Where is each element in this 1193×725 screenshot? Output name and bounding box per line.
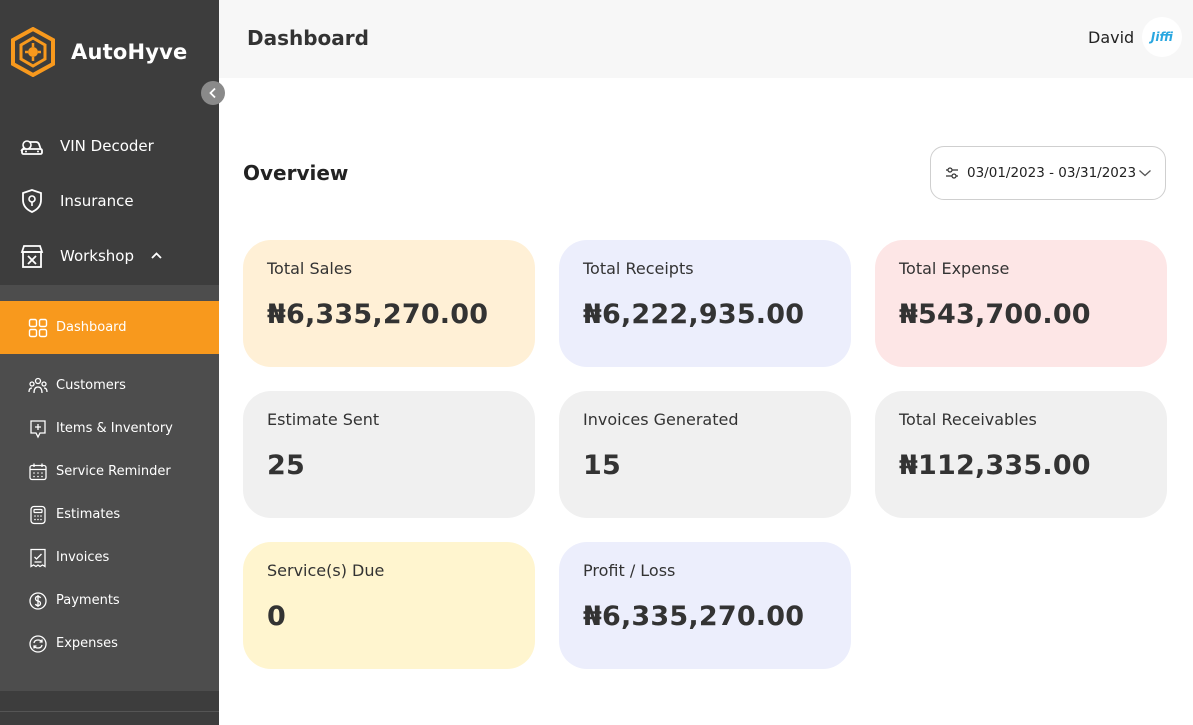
sidebar-item-label: Invoices	[56, 550, 110, 565]
dollar-icon	[29, 592, 47, 610]
overview-title: Overview	[243, 161, 349, 185]
sidebar-collapse-button[interactable]	[201, 81, 225, 105]
chevron-down-icon	[1139, 170, 1151, 177]
page-title: Dashboard	[247, 26, 369, 50]
sidebar-item-label: Customers	[56, 378, 126, 393]
sidebar: AutoHyve VIN Decoder Insurance Workshop …	[0, 0, 219, 725]
stat-card-label: Total Expense	[899, 259, 1010, 278]
user-name[interactable]: David	[1088, 28, 1134, 47]
sidebar-item-invoices[interactable]: Invoices	[0, 536, 219, 579]
sidebar-item-label: Items & Inventory	[56, 421, 173, 436]
stat-card-services-due[interactable]: Service(s) Due 0	[243, 542, 535, 669]
stat-card-label: Profit / Loss	[583, 561, 676, 580]
stat-card-profit-loss[interactable]: Profit / Loss ₦6,335,270.00	[559, 542, 851, 669]
sidebar-item-label: Payments	[56, 593, 120, 608]
workshop-icon	[20, 245, 44, 268]
filter-sliders-icon	[946, 167, 958, 179]
stat-card-estimate-sent[interactable]: Estimate Sent 25	[243, 391, 535, 518]
date-range-value: 03/01/2023 - 03/31/2023	[967, 165, 1137, 181]
stat-card-value: ₦112,335.00	[899, 450, 1091, 481]
avatar[interactable]: Jiffi	[1142, 17, 1182, 57]
top-header: Dashboard David Jiffi	[219, 0, 1193, 78]
sidebar-item-service-reminder[interactable]: Service Reminder	[0, 450, 219, 493]
stat-card-total-receipts[interactable]: Total Receipts ₦6,222,935.00	[559, 240, 851, 367]
calculator-icon	[30, 505, 46, 525]
stat-card-value: ₦6,335,270.00	[267, 299, 489, 330]
autohyve-logo-icon	[11, 27, 55, 77]
nav-label: Insurance	[60, 191, 134, 210]
stat-card-value: ₦6,222,935.00	[583, 299, 805, 330]
nav-item-insurance[interactable]: Insurance	[0, 173, 219, 228]
nav-item-vin-decoder[interactable]: VIN Decoder	[0, 118, 219, 173]
stat-card-label: Total Receipts	[583, 259, 694, 278]
avatar-text: Jiffi	[1150, 30, 1174, 44]
sidebar-item-estimates[interactable]: Estimates	[0, 493, 219, 536]
car-search-icon	[20, 140, 43, 155]
sidebar-item-items-inventory[interactable]: Items & Inventory	[0, 407, 219, 450]
stat-card-value: 0	[267, 601, 286, 632]
stat-card-total-receivables[interactable]: Total Receivables ₦112,335.00	[875, 391, 1167, 518]
invoice-icon	[30, 548, 46, 568]
stat-card-value: 25	[267, 450, 305, 481]
stat-card-total-sales[interactable]: Total Sales ₦6,335,270.00	[243, 240, 535, 367]
stat-card-invoices-generated[interactable]: Invoices Generated 15	[559, 391, 851, 518]
brand: AutoHyve	[0, 0, 219, 103]
brand-name: AutoHyve	[71, 40, 188, 64]
stat-card-label: Estimate Sent	[267, 410, 380, 429]
stat-card-label: Total Receivables	[899, 410, 1037, 429]
sidebar-item-label: Expenses	[56, 636, 118, 651]
nav-item-workshop[interactable]: Workshop	[0, 228, 219, 283]
stat-card-value: ₦6,335,270.00	[583, 601, 805, 632]
calendar-icon	[29, 463, 47, 481]
people-icon	[28, 377, 48, 394]
stat-card-value: ₦543,700.00	[899, 299, 1091, 330]
sidebar-divider	[0, 711, 219, 712]
inventory-icon	[30, 420, 46, 439]
stat-card-label: Total Sales	[267, 259, 353, 278]
sidebar-item-customers[interactable]: Customers	[0, 364, 219, 407]
grid-icon	[28, 318, 48, 338]
sidebar-item-dashboard[interactable]: Dashboard	[0, 301, 219, 354]
nav-label: VIN Decoder	[60, 136, 154, 155]
sidebar-item-label: Service Reminder	[56, 464, 171, 479]
stat-card-total-expense[interactable]: Total Expense ₦543,700.00	[875, 240, 1167, 367]
stat-card-value: 15	[583, 450, 621, 481]
sidebar-item-label: Dashboard	[56, 320, 127, 335]
chevron-left-icon	[209, 87, 216, 99]
refresh-icon	[29, 635, 47, 653]
date-range-picker[interactable]: 03/01/2023 - 03/31/2023	[930, 146, 1166, 200]
sidebar-item-label: Estimates	[56, 507, 121, 522]
shield-pin-icon	[22, 189, 42, 213]
stat-card-label: Invoices Generated	[583, 410, 739, 429]
sidebar-item-payments[interactable]: Payments	[0, 579, 219, 622]
stat-card-label: Service(s) Due	[267, 561, 385, 580]
nav-label: Workshop	[60, 246, 135, 265]
sidebar-item-expenses[interactable]: Expenses	[0, 622, 219, 665]
chevron-up-icon[interactable]	[150, 249, 163, 262]
workshop-subnav: Dashboard Customers Items & Inventory Se…	[0, 285, 219, 691]
